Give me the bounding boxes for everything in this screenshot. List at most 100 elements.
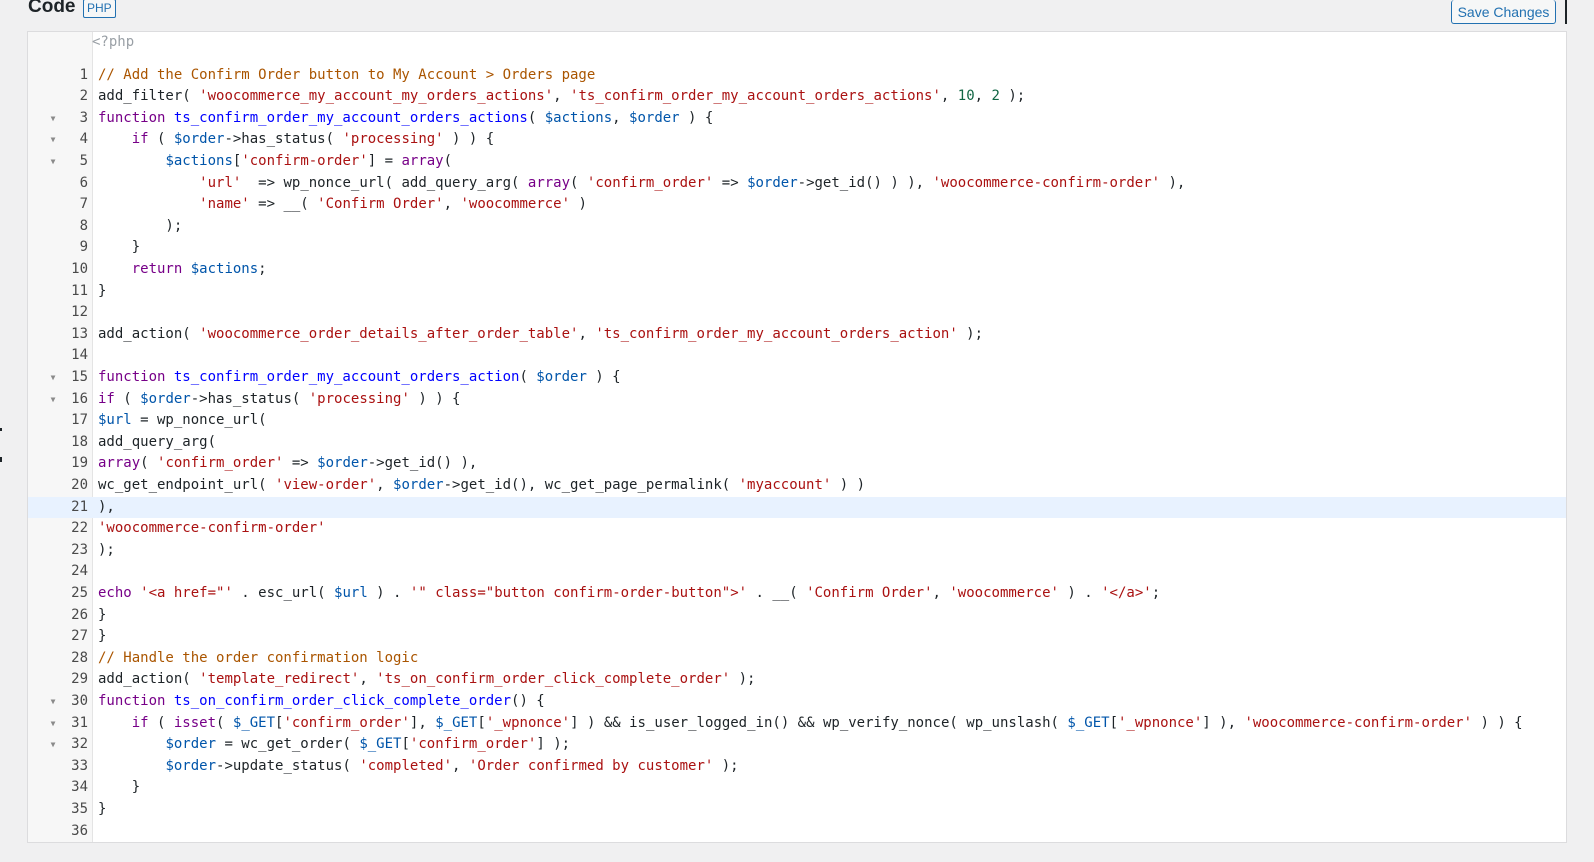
code-line[interactable]: ▼ 5 $actions['confirm-order'] = array( xyxy=(28,151,1566,173)
code-text[interactable]: } xyxy=(98,237,140,259)
code-line[interactable]: ▼ 31 if ( isset( $_GET['confirm_order'], … xyxy=(28,713,1566,735)
code-line[interactable]: 12 xyxy=(28,302,1566,324)
code-line[interactable]: 35} xyxy=(28,799,1566,821)
code-line[interactable]: ▼ 4 if ( $order->has_status( 'processing'… xyxy=(28,129,1566,151)
code-text[interactable]: $order = wc_get_order( $_GET['confirm_or… xyxy=(98,734,570,756)
code-text[interactable]: } xyxy=(98,799,106,821)
line-number: 29 xyxy=(71,671,88,688)
line-number: 18 xyxy=(71,433,88,450)
code-line[interactable]: 26} xyxy=(28,605,1566,627)
code-line[interactable]: 7 'name' => __( 'Confirm Order', 'woocom… xyxy=(28,194,1566,216)
code-text[interactable]: if ( isset( $_GET['confirm_order'], $_GE… xyxy=(98,713,1523,735)
code-line[interactable]: 34 } xyxy=(28,777,1566,799)
line-number: 25 xyxy=(71,584,88,601)
code-line[interactable]: 29 add_action( 'template_redirect', 'ts_o… xyxy=(28,669,1566,691)
line-number: 15 xyxy=(71,368,88,385)
fold-toggle-icon[interactable]: ▼ xyxy=(48,713,58,735)
line-number: 27 xyxy=(71,628,88,645)
line-number: 28 xyxy=(71,649,88,666)
code-text[interactable]: add_action( 'woocommerce_order_details_a… xyxy=(98,324,983,346)
code-line[interactable]: 24 xyxy=(28,561,1566,583)
code-line[interactable]: 18 add_query_arg( xyxy=(28,432,1566,454)
code-text[interactable]: 'url' => wp_nonce_url( add_query_arg( ar… xyxy=(98,173,1185,195)
code-text[interactable]: } xyxy=(98,281,106,303)
code-text[interactable]: $url = wp_nonce_url( xyxy=(98,410,267,432)
code-text[interactable]: $actions['confirm-order'] = array( xyxy=(98,151,452,173)
save-changes-button[interactable]: Save Changes xyxy=(1451,0,1556,24)
code-line[interactable]: 33 $order->update_status( 'completed', '… xyxy=(28,756,1566,778)
code-line[interactable]: 1 // Add the Confirm Order button to My A… xyxy=(28,65,1566,87)
code-line[interactable]: ▼ 30 function ts_on_confirm_order_click_co… xyxy=(28,691,1566,713)
code-text[interactable]: array( 'confirm_order' => $order->get_id… xyxy=(98,453,477,475)
code-line[interactable]: 27} xyxy=(28,626,1566,648)
code-editor[interactable]: <?php 1 // Add the Confirm Order button t… xyxy=(27,31,1567,843)
fold-toggle-icon[interactable]: ▼ xyxy=(48,151,58,173)
code-line[interactable]: 9 } xyxy=(28,237,1566,259)
code-text[interactable]: ), xyxy=(98,497,115,519)
line-number: 5 xyxy=(79,152,88,169)
code-text[interactable]: 'woocommerce-confirm-order' xyxy=(98,518,326,540)
code-text[interactable]: echo '<a href="' . esc_url( $url ) . '" … xyxy=(98,583,1160,605)
line-number: 17 xyxy=(71,412,88,429)
code-line[interactable]: ▼ 3 function ts_confirm_order_my_account_o… xyxy=(28,108,1566,130)
code-line[interactable]: ▼ 16 if ( $order->has_status( 'processing'… xyxy=(28,389,1566,411)
code-line[interactable]: 21), xyxy=(28,496,1566,519)
line-number: 31 xyxy=(71,714,88,731)
fold-toggle-icon[interactable]: ▼ xyxy=(48,367,58,389)
code-line[interactable]: 25 echo '<a href="' . esc_url( $url ) . '… xyxy=(28,583,1566,605)
code-text[interactable]: add_query_arg( xyxy=(98,432,216,454)
code-line[interactable]: 28 // Handle the order confirmation logic xyxy=(28,648,1566,670)
code-text[interactable]: // Handle the order confirmation logic xyxy=(98,648,418,670)
code-line[interactable]: 2 add_filter( 'woocommerce_my_account_my_… xyxy=(28,86,1566,108)
code-line[interactable]: 20 wc_get_endpoint_url( 'view-order', $or… xyxy=(28,475,1566,497)
code-text[interactable]: if ( $order->has_status( 'processing' ) … xyxy=(98,129,494,151)
code-text[interactable]: function ts_confirm_order_my_account_ord… xyxy=(98,108,713,130)
line-number: 6 xyxy=(79,174,88,191)
line-number: 35 xyxy=(71,800,88,817)
page-title: Code xyxy=(28,0,76,17)
code-text[interactable]: add_filter( 'woocommerce_my_account_my_o… xyxy=(98,86,1025,108)
code-line[interactable]: 6 'url' => wp_nonce_url( add_query_arg( … xyxy=(28,173,1566,195)
code-text[interactable]: ); xyxy=(98,216,182,238)
edge-marker xyxy=(0,457,2,462)
code-line[interactable]: 8 ); xyxy=(28,216,1566,238)
line-number: 1 xyxy=(79,66,88,83)
code-text[interactable]: $order->update_status( 'completed', 'Ord… xyxy=(98,756,738,778)
fold-toggle-icon[interactable]: ▼ xyxy=(48,108,58,130)
code-line[interactable]: 14 xyxy=(28,345,1566,367)
code-text[interactable]: ); xyxy=(98,540,115,562)
code-text[interactable]: wc_get_endpoint_url( 'view-order', $orde… xyxy=(98,475,865,497)
code-text[interactable]: // Add the Confirm Order button to My Ac… xyxy=(98,65,595,87)
code-text[interactable]: return $actions; xyxy=(98,259,267,281)
code-line[interactable]: 13 add_action( 'woocommerce_order_details… xyxy=(28,324,1566,346)
code-text[interactable]: } xyxy=(98,777,140,799)
code-line[interactable]: 22 'woocommerce-confirm-order' xyxy=(28,518,1566,540)
line-number: 4 xyxy=(79,131,88,148)
code-text[interactable]: function ts_confirm_order_my_account_ord… xyxy=(98,367,621,389)
code-text[interactable]: } xyxy=(98,605,106,627)
fold-toggle-icon[interactable]: ▼ xyxy=(48,734,58,756)
code-text[interactable]: } xyxy=(98,626,106,648)
code-line[interactable]: 11} xyxy=(28,281,1566,303)
code-line[interactable]: ▼ 32 $order = wc_get_order( $_GET['confir… xyxy=(28,734,1566,756)
line-number: 2 xyxy=(79,88,88,105)
code-line[interactable]: ▼ 15 function ts_confirm_order_my_account_… xyxy=(28,367,1566,389)
code-text[interactable]: if ( $order->has_status( 'processing' ) … xyxy=(98,389,460,411)
code-line[interactable]: 19 array( 'confirm_order' => $order->get_… xyxy=(28,453,1566,475)
php-open-tag: <?php xyxy=(92,34,135,50)
code-line[interactable]: 10 return $actions; xyxy=(28,259,1566,281)
code-line[interactable]: 17 $url = wp_nonce_url( xyxy=(28,410,1566,432)
code-text[interactable]: add_action( 'template_redirect', 'ts_on_… xyxy=(98,669,755,691)
fold-toggle-icon[interactable]: ▼ xyxy=(48,129,58,151)
line-number: 26 xyxy=(71,606,88,623)
code-text[interactable]: 'name' => __( 'Confirm Order', 'woocomme… xyxy=(98,194,587,216)
fold-toggle-icon[interactable]: ▼ xyxy=(48,389,58,411)
line-number: 16 xyxy=(71,390,88,407)
fold-toggle-icon[interactable]: ▼ xyxy=(48,691,58,713)
code-text[interactable]: function ts_on_confirm_order_click_compl… xyxy=(98,691,545,713)
code-line[interactable]: 36 xyxy=(28,821,1566,843)
line-number: 36 xyxy=(71,822,88,839)
line-number: 20 xyxy=(71,476,88,493)
line-number: 11 xyxy=(71,282,88,299)
code-line[interactable]: 23); xyxy=(28,540,1566,562)
